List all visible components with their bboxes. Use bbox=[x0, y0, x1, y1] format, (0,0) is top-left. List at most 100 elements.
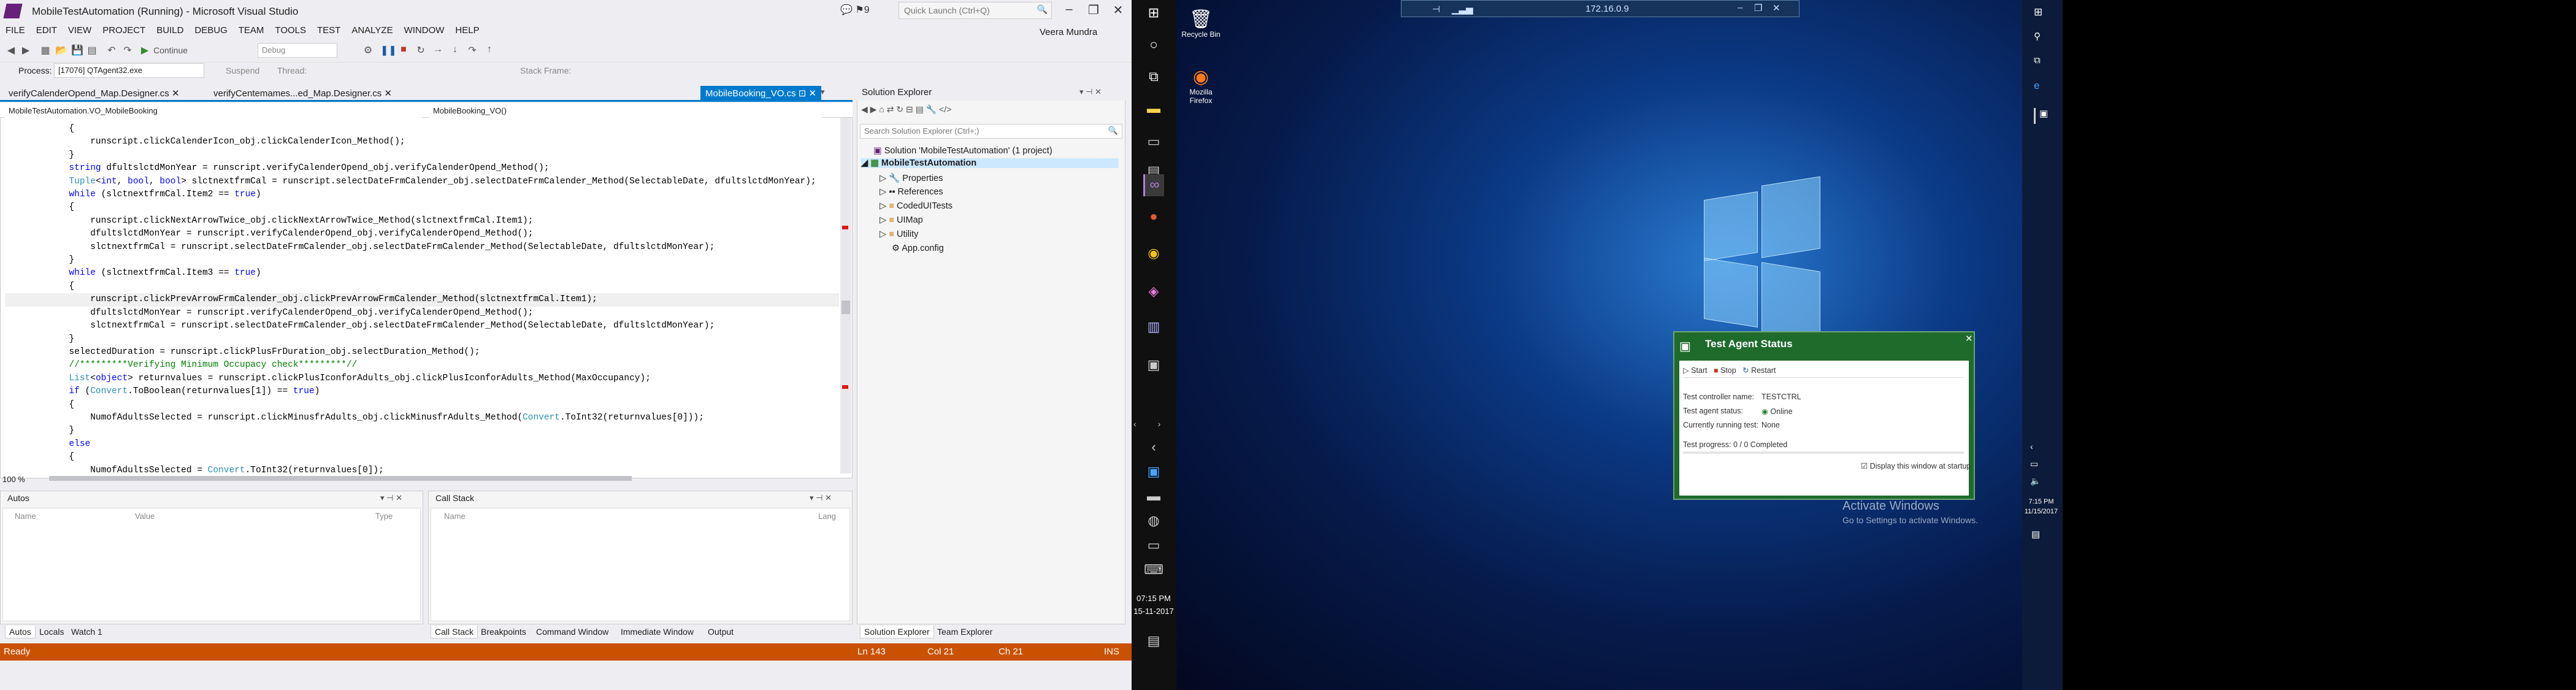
tab-verify-centernames-map[interactable]: verifyCentemames...ed_Map.Designer.cs ✕ bbox=[209, 86, 397, 101]
cortana-icon[interactable]: ○ bbox=[1143, 34, 1164, 55]
code-line[interactable]: slctnextfrmCal = runscript.selectDateFrm… bbox=[5, 320, 839, 332]
tree-item-properties[interactable]: ▷ 🔧 Properties bbox=[880, 173, 943, 183]
remote-desktop-icon[interactable]: ▥ bbox=[1143, 316, 1164, 337]
continue-button[interactable]: Continue bbox=[153, 45, 188, 55]
pause-icon[interactable]: ❚❚ bbox=[380, 44, 397, 56]
class-dropdown[interactable]: MobileTestAutomation.VO_MobileBooking bbox=[5, 104, 422, 119]
code-line[interactable]: { bbox=[5, 123, 839, 136]
menu-test[interactable]: TEST bbox=[312, 23, 346, 37]
code-line[interactable]: //*********Verifying Minimum Occupacy ch… bbox=[5, 359, 839, 372]
code-line[interactable]: } bbox=[5, 254, 839, 267]
flag-icon[interactable]: 💬 bbox=[840, 5, 853, 15]
code-line[interactable]: while (slctnextfrmCal.Item3 == true) bbox=[5, 267, 839, 280]
properties-icon[interactable]: 🔧 bbox=[926, 104, 937, 114]
tab-call-stack[interactable]: Call Stack bbox=[431, 626, 478, 638]
menu-file[interactable]: FILE bbox=[0, 23, 31, 37]
tray-network-icon[interactable]: ▭ bbox=[1143, 535, 1164, 556]
restart-icon[interactable]: ↻ bbox=[415, 44, 427, 56]
panel-controls[interactable]: ▾ ⊣ ✕ bbox=[380, 493, 402, 503]
search-icon[interactable]: ⚲ bbox=[2034, 31, 2041, 42]
restore-button[interactable]: ❐ bbox=[1081, 2, 1106, 18]
tab-output[interactable]: Output bbox=[704, 626, 737, 638]
solution-search-input[interactable]: Search Solution Explorer (Ctrl+;) 🔍 bbox=[860, 124, 1122, 139]
home-icon[interactable]: ⌂ bbox=[879, 104, 884, 114]
code-line[interactable]: } bbox=[5, 424, 839, 437]
solution-node[interactable]: ▣ Solution 'MobileTestAutomation' (1 pro… bbox=[873, 146, 1052, 156]
code-line[interactable]: runscript.clickPrevArrowFrmCalender_obj.… bbox=[5, 293, 839, 307]
close-icon[interactable]: ✕ bbox=[172, 88, 180, 99]
user-name[interactable]: Veera Mundra bbox=[1040, 27, 1097, 37]
code-line[interactable]: if (Convert.ToBoolean(returnvalues[1]) =… bbox=[5, 385, 839, 398]
panel-controls[interactable]: ▾ ⊣ ✕ bbox=[810, 493, 832, 503]
tab-autos[interactable]: Autos bbox=[5, 626, 36, 638]
undo-icon[interactable]: ↶ bbox=[105, 44, 118, 56]
notifications[interactable]: 💬 ⚑9 bbox=[840, 4, 870, 16]
windows-start-icon[interactable]: ⊞ bbox=[2034, 6, 2042, 18]
minimize-button[interactable]: – bbox=[1057, 2, 1081, 17]
network-tool-icon[interactable]: ▣ bbox=[1143, 355, 1164, 375]
task-view-icon[interactable]: ⧉ bbox=[2034, 55, 2041, 66]
tree-item-uimap[interactable]: ▷ ■ UIMap bbox=[880, 215, 923, 225]
chrome-icon[interactable]: ◉ bbox=[1143, 243, 1164, 264]
menu-edit[interactable]: EDIT bbox=[31, 23, 63, 37]
code-line[interactable]: while (slctnextfrmCal.Item2 == true) bbox=[5, 188, 839, 201]
refresh-icon[interactable]: ↻ bbox=[896, 104, 903, 114]
back-icon[interactable]: ◀ bbox=[861, 104, 868, 114]
stop-button[interactable]: ■ Stop bbox=[1714, 366, 1736, 375]
code-line[interactable]: { bbox=[5, 399, 839, 412]
panel-controls[interactable]: ▾ ⊣ ✕ bbox=[1079, 87, 1102, 97]
show-hidden-icons-icon[interactable]: ‹ bbox=[1143, 437, 1164, 458]
continue-icon[interactable]: ▶ bbox=[139, 44, 151, 56]
tab-solution-explorer[interactable]: Solution Explorer bbox=[860, 626, 934, 638]
tab-watch-1[interactable]: Watch 1 bbox=[67, 626, 106, 638]
code-line[interactable]: else bbox=[5, 438, 839, 451]
menu-team[interactable]: TEAM bbox=[233, 23, 270, 37]
menu-view[interactable]: VIEW bbox=[63, 23, 97, 37]
tab-immediate-window[interactable]: Immediate Window bbox=[617, 626, 697, 638]
media-player-icon[interactable]: ● bbox=[1143, 206, 1164, 227]
menu-project[interactable]: PROJECT bbox=[97, 23, 151, 37]
code-line[interactable]: } bbox=[5, 333, 839, 346]
process-dropdown[interactable]: [17076] QTAgent32.exe bbox=[54, 63, 204, 78]
code-line[interactable]: { bbox=[5, 280, 839, 293]
tray-app-icon[interactable]: ▬ bbox=[1143, 486, 1164, 507]
outlook-icon[interactable]: ▣ bbox=[1143, 461, 1164, 482]
checkbox-icon[interactable]: ☑ bbox=[1861, 462, 1868, 470]
menu-window[interactable]: WINDOW bbox=[399, 23, 450, 37]
expand-arrow-icon[interactable]: ▷ bbox=[880, 229, 886, 239]
edge-icon[interactable]: e bbox=[2034, 80, 2039, 92]
minimize-icon[interactable]: – bbox=[1738, 2, 1742, 13]
expand-arrow-icon[interactable]: ▷ bbox=[880, 174, 886, 183]
close-icon[interactable]: ✕ bbox=[809, 88, 817, 99]
menu-build[interactable]: BUILD bbox=[151, 23, 189, 37]
tab-locals[interactable]: Locals bbox=[36, 626, 67, 638]
firefox-shortcut[interactable]: ◉ Mozilla Firefox bbox=[1181, 66, 1221, 105]
restart-button[interactable]: ↻ Restart bbox=[1742, 366, 1776, 375]
network-icon[interactable]: ▭ bbox=[2030, 459, 2038, 469]
tab-team-explorer[interactable]: Team Explorer bbox=[933, 626, 996, 638]
keyboard-icon[interactable]: ⌨ bbox=[1143, 559, 1164, 580]
code-line[interactable]: Tuple<int, bool, bool> slctnextfrmCal = … bbox=[5, 175, 839, 188]
tray-scroll-arrows[interactable]: ‹ › bbox=[1133, 419, 1160, 429]
expand-arrow-icon[interactable]: ▷ bbox=[880, 215, 886, 225]
tree-item-codeduitests[interactable]: ▷ ■ CodedUITests bbox=[880, 201, 953, 211]
attach-icon[interactable]: ⚙ bbox=[362, 44, 374, 56]
tab-breakpoints[interactable]: Breakpoints bbox=[477, 626, 530, 638]
visual-studio-taskbar-icon[interactable]: ∞ bbox=[1143, 174, 1164, 196]
close-icon[interactable]: ✕ bbox=[1773, 2, 1781, 13]
step-into-icon[interactable]: ↓ bbox=[449, 44, 461, 56]
zoom-level[interactable]: 100 % bbox=[2, 475, 25, 484]
member-dropdown[interactable]: MobileBooking_VO() bbox=[429, 104, 822, 119]
restore-icon[interactable]: ❐ bbox=[1754, 2, 1762, 13]
sync-icon[interactable]: ⇄ bbox=[887, 104, 894, 114]
autos-grid[interactable] bbox=[2, 508, 421, 621]
pin-icon[interactable]: ⊡ bbox=[799, 88, 807, 99]
expand-arrow-icon[interactable]: ▷ bbox=[880, 187, 886, 197]
task-view-icon[interactable]: ⧉ bbox=[1143, 66, 1164, 87]
step-over-icon[interactable]: ↷ bbox=[466, 44, 478, 56]
editor-horizontal-scrollbar[interactable] bbox=[37, 473, 840, 483]
code-line[interactable]: } bbox=[5, 149, 839, 162]
suspend-button[interactable]: Suspend bbox=[226, 66, 259, 75]
tree-item-references[interactable]: ▷ ▪▪ References bbox=[880, 187, 943, 197]
tree-item-utility[interactable]: ▷ ■ Utility bbox=[880, 229, 918, 239]
